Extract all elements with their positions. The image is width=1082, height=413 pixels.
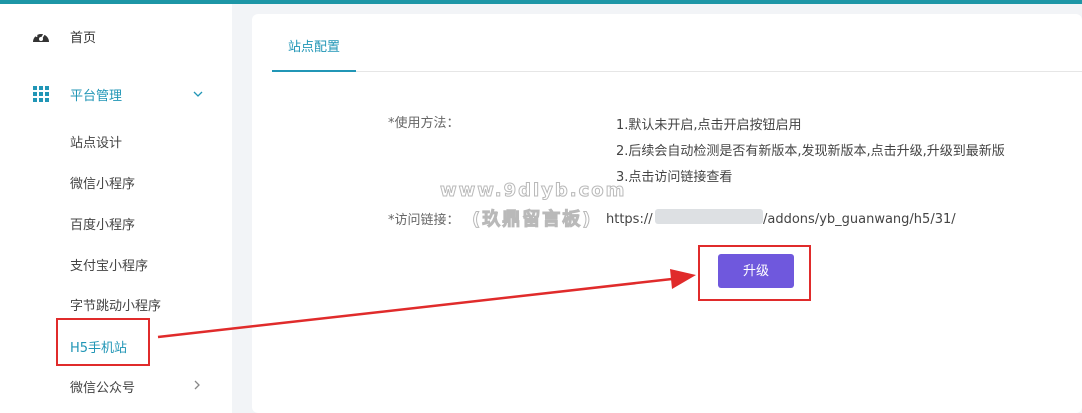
annotation-arrow xyxy=(157,269,696,339)
